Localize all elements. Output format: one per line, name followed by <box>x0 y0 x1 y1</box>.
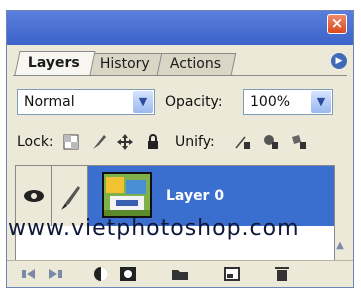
tab-actions[interactable]: Actions <box>156 53 237 75</box>
layer-thumbnail-image <box>104 174 150 216</box>
opacity-label: Opacity: <box>165 94 223 110</box>
new-layer-icon[interactable] <box>221 264 243 284</box>
tab-layers[interactable]: Layers <box>14 51 96 75</box>
chevron-down-icon[interactable]: ▼ <box>311 91 331 113</box>
lock-all-icon[interactable] <box>143 132 163 152</box>
blend-opacity-row: Normal ▼ Opacity: 100% ▼ <box>17 89 343 117</box>
unify-label: Unify: <box>175 134 215 150</box>
lock-transparency-icon[interactable] <box>61 132 81 152</box>
trash-icon[interactable] <box>271 264 293 284</box>
tab-divider <box>13 75 347 76</box>
opacity-dropdown[interactable]: 100% ▼ <box>243 89 333 115</box>
adjustment-layer-icon[interactable] <box>91 264 113 284</box>
blend-mode-value: Normal <box>24 94 75 110</box>
unify-style-icon[interactable] <box>289 132 309 152</box>
link-layers-icon[interactable] <box>19 264 41 284</box>
folder-icon[interactable] <box>169 264 191 284</box>
unify-position-icon[interactable] <box>233 132 253 152</box>
layers-toolbar <box>7 260 353 287</box>
layer-thumbnail <box>102 172 152 218</box>
opacity-value: 100% <box>250 94 291 110</box>
watermark-text: www.vietphotoshop.com <box>8 216 300 241</box>
unify-visibility-icon[interactable] <box>261 132 281 152</box>
layers-panel: × Layers History Actions ▶ Normal ▼ Opac… <box>6 10 354 288</box>
lock-brush-icon[interactable] <box>89 132 109 152</box>
layer-style-icon[interactable] <box>45 264 67 284</box>
chevron-down-icon[interactable]: ▼ <box>133 91 153 113</box>
layers-list: Layer 0 <box>15 165 335 265</box>
mask-icon[interactable] <box>117 264 139 284</box>
lock-unify-row: Lock: Unify: <box>17 129 343 155</box>
blend-mode-dropdown[interactable]: Normal ▼ <box>17 89 155 115</box>
lock-move-icon[interactable] <box>115 132 135 152</box>
panel-tabs: Layers History Actions <box>14 51 237 75</box>
lock-label: Lock: <box>17 134 54 150</box>
close-icon[interactable]: × <box>327 14 347 34</box>
scroll-up-icon[interactable]: ▲ <box>333 239 347 253</box>
panel-title-bar[interactable]: × <box>7 11 353 45</box>
panel-menu-icon[interactable]: ▶ <box>331 53 347 69</box>
tab-history[interactable]: History <box>86 53 165 75</box>
